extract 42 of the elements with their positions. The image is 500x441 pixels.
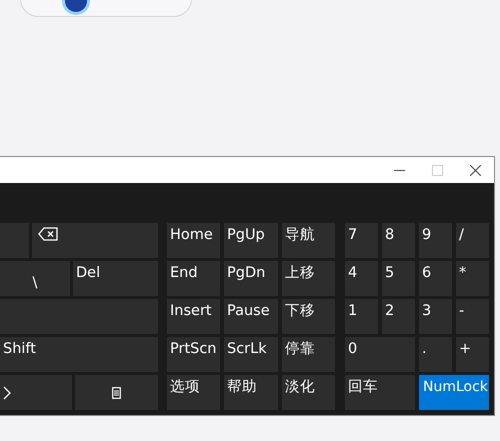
keyboard-key[interactable]: ScrLk xyxy=(224,337,278,372)
keyboard-key[interactable]: Shift xyxy=(0,337,158,372)
keyboard-key[interactable]: 选项 xyxy=(167,375,220,410)
backspace-icon xyxy=(38,227,58,241)
keyboard-key[interactable]: 2 xyxy=(382,299,415,334)
maximize-icon xyxy=(432,164,442,176)
keyboard-key[interactable]: + xyxy=(456,337,489,372)
keyboard-key[interactable]: 6 xyxy=(419,261,452,296)
keyboard-key[interactable]: Home xyxy=(167,223,220,258)
keyboard-key[interactable]: 1 xyxy=(345,299,378,334)
keyboard-key[interactable]: 淡化 xyxy=(282,375,335,410)
keyboard-key[interactable]: 4 xyxy=(345,261,378,296)
keyboard-key[interactable]: 7 xyxy=(345,223,378,258)
keyboard-key[interactable]: 回车 xyxy=(345,375,415,410)
keyboard-key[interactable]: 8 xyxy=(382,223,415,258)
keyboard-key[interactable]: \ xyxy=(0,261,70,296)
keyboard-key[interactable]: . xyxy=(419,337,452,372)
keyboard-key[interactable]: 0 xyxy=(345,337,415,372)
keyboard-key[interactable]: 下移 xyxy=(282,299,335,334)
keyboard-key[interactable]: 导航 xyxy=(282,223,335,258)
keyboard-key[interactable] xyxy=(75,375,158,410)
keyboard-key[interactable]: * xyxy=(456,261,489,296)
close-icon xyxy=(470,164,480,176)
keyboard-key[interactable]: Insert xyxy=(167,299,220,334)
keyboard-key[interactable]: 帮助 xyxy=(224,375,278,410)
keyboard-key[interactable]: / xyxy=(456,223,489,258)
keyboard-key[interactable]: 5 xyxy=(382,261,415,296)
keyboard-key[interactable]: PgDn xyxy=(224,261,278,296)
keyboard-key[interactable]: PgUp xyxy=(224,223,278,258)
keyboard-key[interactable]: 上移 xyxy=(282,261,335,296)
keyboard-key[interactable]: NumLock xyxy=(419,375,489,410)
chevron-right-icon xyxy=(3,386,11,400)
keyboard-key[interactable]: Pause xyxy=(224,299,278,334)
keyboard-key[interactable]: PrtScn xyxy=(167,337,220,372)
keyboard-key[interactable]: 3 xyxy=(419,299,452,334)
menu-key-icon xyxy=(112,386,121,398)
keyboard-key[interactable]: End xyxy=(167,261,220,296)
keyboard-key[interactable]: - xyxy=(456,299,489,334)
keyboard-key[interactable]: 9 xyxy=(419,223,452,258)
backspace-key[interactable] xyxy=(32,223,158,258)
keyboard-key[interactable]: Del xyxy=(73,261,158,296)
keyboard-key[interactable]: 停靠 xyxy=(282,337,335,372)
